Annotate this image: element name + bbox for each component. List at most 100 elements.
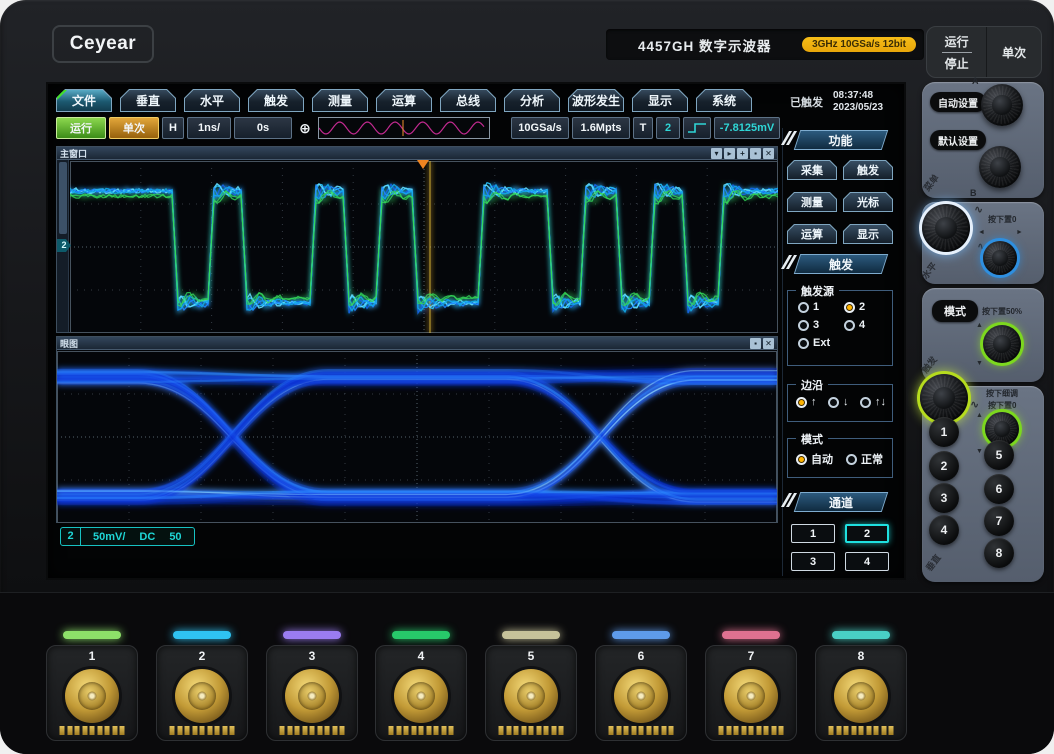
channel-7-key[interactable]: 7 [984,506,1014,536]
acquisition-preview[interactable] [318,117,490,139]
contact-pads [280,726,345,735]
channel-settings-badge[interactable]: 2 50mV/ DC 50 [60,527,195,546]
date-text: 2023/05/23 [833,102,883,114]
menu-system[interactable]: 系统 [696,89,752,112]
trigger-press-hint: 按下置50% [982,306,1022,317]
channel-4-button[interactable]: 4 [845,552,889,571]
trigger-position-icon[interactable] [417,160,429,175]
channel-3-led [283,631,341,639]
default-setup-button[interactable]: 默认设置 [930,130,986,150]
single-button[interactable]: 单次 [109,117,159,139]
trigger-level-knob[interactable] [983,325,1021,363]
timebase-control[interactable]: 1ns/ [187,117,231,139]
trigger-source-value[interactable]: 2 [656,117,680,139]
connector-number: 7 [706,649,796,663]
zoom-in-icon[interactable]: ⊕ [295,117,315,139]
channel-3-button[interactable]: 3 [791,552,835,571]
window-dropdown-icon[interactable]: ▾ [711,148,722,159]
connector-number: 8 [816,649,906,663]
channel-2-key[interactable]: 2 [929,451,959,481]
function-acquire-button[interactable]: 采集 [787,160,837,180]
trigger-source-2-radio[interactable]: 2 [844,301,865,313]
auto-setup-button[interactable]: 自动设置 [930,92,986,112]
sine-coarse-icon: ∿ [974,203,983,216]
vertical-fine-hint: 按下细调 [986,388,1018,399]
edge-rising-radio[interactable]: ↑ [796,396,817,408]
trigger-source-3-radio[interactable]: 3 [798,319,819,331]
channel-3-key[interactable]: 3 [929,483,959,513]
eye-window-close-icon[interactable]: ✕ [763,338,774,349]
trigger-source-ext-radio[interactable]: Ext [798,337,830,349]
channel-5-led [502,631,560,639]
connector-number: 1 [47,649,137,663]
main-window-titlebar: 主窗口 ▾ ▸ + ▪ ✕ [57,147,777,160]
menu-horizontal[interactable]: 水平 [184,89,240,112]
edge-either-radio[interactable]: ↑↓ [860,396,886,408]
menu-math[interactable]: 运算 [376,89,432,112]
function-math-button[interactable]: 运算 [787,224,837,244]
scrollbar-thumb[interactable] [59,162,67,234]
window-minimize-icon[interactable]: ▪ [750,148,761,159]
edge-falling-radio[interactable]: ↓ [828,396,849,408]
channel-6-key[interactable]: 6 [984,474,1014,504]
horizontal-scale-knob[interactable] [922,204,970,252]
menu-wavegen[interactable]: 波形发生 [568,89,624,112]
delay-control[interactable]: 0s [234,117,292,139]
trigger-source-1-radio[interactable]: 1 [798,301,819,313]
menu-trigger[interactable]: 触发 [248,89,304,112]
function-measure-button[interactable]: 测量 [787,192,837,212]
section-slash-icon [785,255,795,271]
vertical-scale-knob[interactable] [920,374,968,422]
menu-analysis[interactable]: 分析 [504,89,560,112]
function-trigger-button[interactable]: 触发 [843,160,893,180]
connector-panel: 12345678 [0,592,1054,754]
main-window-title: 主窗口 [60,147,87,160]
side-control-panel: 功能 采集 触发 测量 光标 运算 显示 触发 触发源 1 2 3 4 Ext … [782,128,898,576]
mode-normal-radio[interactable]: 正常 [846,451,883,467]
contact-pads [499,726,564,735]
channel-7-led [722,631,780,639]
down-arrow-icon: ▼ [976,448,983,455]
trigger-mode-button[interactable]: 模式 [932,300,978,322]
window-close-icon[interactable]: ✕ [763,148,774,159]
channel-1-key[interactable]: 1 [929,417,959,447]
function-cursor-button[interactable]: 光标 [843,192,893,212]
preview-waveform-icon [319,118,487,138]
channel-4-key[interactable]: 4 [929,515,959,545]
eye-window-titlebar: 眼图 ▪ ✕ [57,337,777,350]
channel-1-led [63,631,121,639]
menu-file[interactable]: 文件 [56,89,112,112]
window-expand-icon[interactable]: ▸ [724,148,735,159]
menu-bar: 文件 垂直 水平 触发 测量 运算 总线 分析 波形发生 显示 系统 [56,89,752,112]
mode-auto-radio[interactable]: 自动 [796,451,833,467]
menu-vertical[interactable]: 垂直 [120,89,176,112]
bnc-connector [724,669,778,723]
channel-5-key[interactable]: 5 [984,440,1014,470]
channel-6-led [612,631,670,639]
menu-bus[interactable]: 总线 [440,89,496,112]
channel-1-button[interactable]: 1 [791,524,835,543]
function-display-button[interactable]: 显示 [843,224,893,244]
run-stop-plate: 运行停止 单次 [926,26,1042,78]
window-add-icon[interactable]: + [737,148,748,159]
trigger-edge-group: 边沿 ↑ ↓ ↑↓ [787,384,893,422]
horizontal-position-knob[interactable] [983,241,1017,275]
run-button[interactable]: 运行 [56,117,106,139]
menu-display[interactable]: 显示 [632,89,688,112]
time-text: 08:37:48 [833,90,883,102]
eye-window-minimize-icon[interactable]: ▪ [750,338,761,349]
menu-knob-b[interactable] [979,146,1021,188]
trigger-level-value[interactable]: -7.8125mV [714,117,780,139]
channel-8-key[interactable]: 8 [984,538,1014,568]
run-stop-button[interactable]: 运行停止 [927,27,986,77]
menu-measure[interactable]: 测量 [312,89,368,112]
bnc-connector [834,669,888,723]
rising-edge-icon[interactable] [683,117,711,139]
trigger-source-4-radio[interactable]: 4 [844,319,865,331]
channel-2-button[interactable]: 2 [845,524,889,543]
oscilloscope-front-panel: Ceyear 4457GH 数字示波器 3GHz 10GSa/s 12bit 文… [0,0,1054,754]
single-shot-button[interactable]: 单次 [986,27,1041,77]
menu-knob-a[interactable] [981,84,1023,126]
badge-scale: 50mV/ [93,531,125,543]
main-waveform-plot [70,161,778,333]
